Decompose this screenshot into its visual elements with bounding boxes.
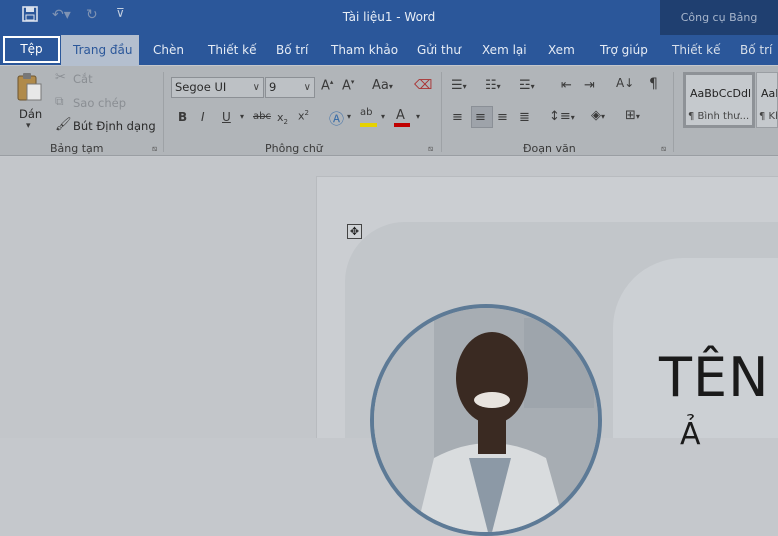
group-divider xyxy=(441,72,442,152)
tab-design[interactable]: Thiết kế xyxy=(208,43,257,57)
highlight-icon[interactable]: ab xyxy=(360,107,372,118)
clear-formatting-icon[interactable]: ⌫ xyxy=(414,78,432,93)
decrease-indent-icon[interactable]: ⇤ xyxy=(561,78,572,93)
show-formatting-marks-icon[interactable]: ¶ xyxy=(649,76,658,92)
justify-icon[interactable]: ≣ xyxy=(519,110,530,125)
font-group-label: Phông chữ xyxy=(265,142,323,155)
resume-name-heading[interactable]: TÊN xyxy=(659,346,770,409)
highlight-dropdown-icon[interactable]: ▾ xyxy=(381,112,385,121)
bullets-icon[interactable]: ☰▾ xyxy=(451,78,467,93)
text-effects-dropdown-icon[interactable]: ▾ xyxy=(347,112,351,121)
cut-button[interactable]: Cắt xyxy=(73,72,93,86)
tab-table-layout[interactable]: Bố trí xyxy=(740,43,772,57)
text-effects-icon[interactable]: Ⓐ xyxy=(329,108,344,129)
group-divider xyxy=(673,72,674,152)
increase-indent-icon[interactable]: ⇥ xyxy=(584,78,595,93)
paste-icon[interactable] xyxy=(16,72,44,106)
cut-icon[interactable]: ✂ xyxy=(55,70,66,85)
font-color-bar xyxy=(394,123,410,127)
change-case-button[interactable]: Aa▾ xyxy=(372,78,393,93)
style-no-spacing-name: ¶ Kh xyxy=(759,111,777,122)
copy-button[interactable]: Sao chép xyxy=(73,96,126,110)
tab-review[interactable]: Xem lại xyxy=(482,43,527,57)
line-spacing-icon[interactable]: ↕≡▾ xyxy=(549,109,575,124)
multilevel-list-icon[interactable]: ☲▾ xyxy=(519,78,535,93)
table-move-handle-icon[interactable]: ✥ xyxy=(347,224,362,239)
subscript-icon[interactable]: x2 xyxy=(277,111,288,126)
font-size-combo[interactable]: 9 ∨ xyxy=(265,77,315,98)
shading-icon[interactable]: ◈▾ xyxy=(591,108,605,123)
group-divider xyxy=(163,72,164,152)
change-case-label: Aa xyxy=(372,78,389,93)
paragraph-group-label: Đoạn văn xyxy=(523,142,576,155)
style-no-spacing[interactable]: AaB ¶ Kh xyxy=(756,72,778,128)
profile-photo[interactable] xyxy=(370,304,602,536)
tab-file[interactable]: Tệp xyxy=(3,36,60,63)
underline-dropdown-icon[interactable]: ▾ xyxy=(240,112,244,121)
tab-mailings[interactable]: Gửi thư xyxy=(417,43,461,57)
tab-insert[interactable]: Chèn xyxy=(153,43,184,57)
tab-help[interactable]: Trợ giúp xyxy=(600,43,648,57)
resume-heading-continuation[interactable]: Ả xyxy=(680,417,701,452)
tab-layout[interactable]: Bố trí xyxy=(276,43,308,57)
font-name-combo[interactable]: Segoe UI ∨ xyxy=(171,77,264,98)
underline-icon[interactable]: U xyxy=(222,110,231,124)
style-normal[interactable]: AaBbCcDdl ¶ Bình thư... xyxy=(683,72,755,128)
style-normal-preview: AaBbCcDdl xyxy=(690,87,752,100)
tab-view[interactable]: Xem xyxy=(548,43,575,57)
paste-dropdown-icon[interactable]: ▾ xyxy=(26,121,31,131)
copy-icon[interactable]: ⧉ xyxy=(55,94,64,109)
tab-references[interactable]: Tham khảo xyxy=(331,43,398,57)
format-painter-icon[interactable]: 🖌 xyxy=(55,117,72,132)
align-center-icon[interactable]: ≡ xyxy=(475,110,486,125)
paste-button-label[interactable]: Dán xyxy=(19,107,42,121)
tab-home[interactable]: Trang đầu xyxy=(73,43,132,57)
style-normal-name: ¶ Bình thư... xyxy=(688,111,750,122)
chevron-down-icon: ∨ xyxy=(252,82,260,93)
italic-icon[interactable]: I xyxy=(201,110,205,124)
numbering-icon[interactable]: ☷▾ xyxy=(485,78,501,93)
bold-icon[interactable]: B xyxy=(178,110,187,124)
table-tools-label: Công cụ Bảng xyxy=(680,11,758,24)
align-right-icon[interactable]: ≡ xyxy=(497,110,508,125)
sort-icon[interactable]: A↓ xyxy=(616,76,634,90)
font-color-icon[interactable]: A xyxy=(396,108,405,123)
highlight-color-bar xyxy=(360,123,377,127)
strikethrough-icon[interactable]: abc xyxy=(253,111,271,122)
style-no-spacing-preview: AaB xyxy=(761,87,777,100)
grow-font-icon[interactable]: A▴ xyxy=(321,78,333,93)
format-painter-button[interactable]: Bút Định dạng xyxy=(73,119,156,133)
tab-table-design[interactable]: Thiết kế xyxy=(672,43,721,57)
superscript-icon[interactable]: x2 xyxy=(298,109,309,123)
font-name-value: Segoe UI xyxy=(175,80,227,94)
paragraph-dialog-launcher-icon[interactable]: ⧅ xyxy=(661,144,666,154)
align-left-icon[interactable]: ≡ xyxy=(452,110,463,125)
font-color-dropdown-icon[interactable]: ▾ xyxy=(416,112,420,121)
borders-icon[interactable]: ⊞▾ xyxy=(625,108,640,123)
font-dialog-launcher-icon[interactable]: ⧅ xyxy=(428,144,433,154)
chevron-down-icon: ∨ xyxy=(303,82,311,93)
clipboard-dialog-launcher-icon[interactable]: ⧅ xyxy=(152,144,157,154)
font-size-value: 9 xyxy=(269,80,277,94)
clipboard-group-label: Bảng tạm xyxy=(50,142,104,155)
shrink-font-icon[interactable]: A▾ xyxy=(342,78,354,93)
